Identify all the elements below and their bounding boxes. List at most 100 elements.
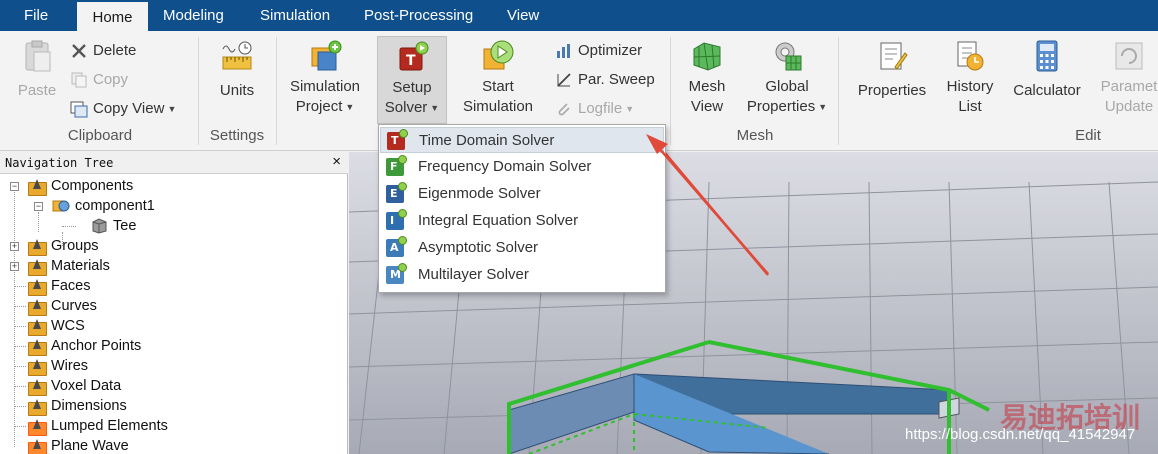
tree-collapse-toggle[interactable]: − — [10, 182, 19, 191]
tree-collapse-toggle[interactable]: − — [34, 202, 43, 211]
parametric-update-label-1: Paramet — [1100, 78, 1158, 95]
logfile-paperclip-icon — [555, 100, 573, 118]
tree-expand-toggle[interactable]: + — [10, 242, 19, 251]
time-domain-solver-item[interactable]: T Time Domain Solver — [380, 127, 664, 153]
folder-icon — [28, 318, 47, 336]
integral-equation-solver-item[interactable]: I Integral Equation Solver — [380, 208, 664, 234]
tree-guide-line — [14, 346, 26, 347]
settings-group-label: Settings — [209, 127, 265, 144]
edit-group-label: Edit — [1075, 127, 1101, 144]
folder-icon — [28, 298, 47, 316]
setup-solver-button[interactable]: T Setup Solver ▼ — [377, 36, 447, 124]
tree-node-wcs[interactable]: WCS — [28, 316, 85, 336]
optimizer-bar-chart-icon — [555, 42, 573, 60]
folder-icon — [28, 378, 47, 396]
lumped-element-folder-icon — [28, 418, 47, 436]
eigenmode-solver-item[interactable]: E Eigenmode Solver — [380, 181, 664, 207]
asymptotic-solver-item[interactable]: A Asymptotic Solver — [380, 235, 664, 261]
copy-label: Copy — [93, 71, 129, 88]
properties-button[interactable]: Properties — [852, 39, 932, 101]
tree-node-wires[interactable]: Wires — [28, 356, 88, 376]
menu-home[interactable]: Home — [77, 0, 148, 31]
tree-expand-toggle[interactable]: + — [10, 262, 19, 271]
setup-solver-dropdown: T Time Domain Solver F Frequency Domain So… — [378, 124, 666, 293]
tree-guide-line — [14, 386, 26, 387]
menu-bar: File Home Modeling Simulation Post-Proce… — [0, 0, 1158, 31]
tree-node-components[interactable]: Components — [28, 176, 133, 196]
tree-node-groups[interactable]: Groups — [28, 236, 99, 256]
divider — [670, 37, 671, 145]
tree-guide-line — [14, 366, 26, 367]
frequency-domain-solver-item[interactable]: F Frequency Domain Solver — [380, 154, 664, 180]
units-button[interactable]: Units — [210, 39, 264, 101]
global-properties-button[interactable]: Global Properties ▼ — [742, 39, 832, 117]
copy-view-button[interactable]: Copy View ▼ — [70, 98, 176, 120]
units-ruler-icon — [222, 41, 252, 70]
mesh-view-button[interactable]: Mesh View — [680, 39, 734, 117]
menu-view[interactable]: View — [507, 0, 539, 31]
paste-button[interactable]: Paste — [14, 39, 60, 101]
simulation-project-label-1: Simulation — [289, 78, 361, 95]
parametric-update-label-2: Update — [1104, 98, 1154, 115]
folder-icon — [28, 358, 47, 376]
folder-icon — [28, 258, 47, 276]
chevron-down-icon: ▼ — [167, 104, 177, 115]
chevron-down-icon: ▼ — [430, 103, 440, 114]
svg-text:T: T — [406, 53, 416, 69]
tree-node-curves[interactable]: Curves — [28, 296, 97, 316]
tree-node-faces[interactable]: Faces — [28, 276, 91, 296]
integral-equation-solver-icon: I — [386, 209, 407, 230]
menu-modeling[interactable]: Modeling — [163, 0, 224, 31]
copy-icon — [70, 71, 88, 89]
units-label: Units — [219, 82, 255, 99]
par-sweep-icon — [555, 71, 573, 89]
tree-node-tee[interactable]: Tee — [90, 216, 136, 236]
chevron-down-icon: ▼ — [345, 102, 355, 113]
time-domain-solver-icon: T — [387, 129, 408, 150]
tree-node-anchor-points[interactable]: Anchor Points — [28, 336, 141, 356]
start-simulation-button[interactable]: Start Simulation — [455, 39, 541, 117]
parametric-update-button[interactable]: Paramet Update — [1094, 39, 1158, 117]
calculator-icon — [1036, 40, 1058, 72]
close-icon[interactable]: × — [332, 152, 341, 172]
delete-icon — [70, 42, 88, 60]
tree-node-voxel-data[interactable]: Voxel Data — [28, 376, 121, 396]
history-list-label-1: History — [946, 78, 994, 95]
divider — [276, 37, 277, 145]
frequency-domain-solver-icon: F — [386, 155, 407, 176]
calculator-label: Calculator — [1013, 82, 1081, 99]
setup-solver-icon: T — [399, 41, 429, 71]
paste-label: Paste — [17, 82, 57, 99]
tree-node-lumped-elements[interactable]: Lumped Elements — [28, 416, 168, 436]
properties-label: Properties — [857, 82, 927, 99]
copy-button[interactable]: Copy — [70, 69, 128, 91]
multilayer-solver-item[interactable]: M Multilayer Solver — [380, 262, 664, 288]
delete-button[interactable]: Delete — [70, 40, 136, 62]
solid-shape-icon — [90, 218, 108, 234]
optimizer-button[interactable]: Optimizer — [555, 40, 642, 62]
mesh-view-icon — [693, 42, 721, 71]
tree-node-dimensions[interactable]: Dimensions — [28, 396, 127, 416]
start-simulation-play-icon — [483, 40, 514, 70]
global-properties-gear-icon — [775, 42, 802, 71]
tree-guide-line — [14, 286, 26, 287]
start-simulation-label-1: Start — [482, 78, 514, 95]
par-sweep-button[interactable]: Par. Sweep — [555, 69, 655, 91]
tree-node-materials[interactable]: Materials — [28, 256, 110, 276]
mesh-view-label-2: View — [690, 98, 724, 115]
tree-node-plane-wave[interactable]: Plane Wave — [28, 436, 129, 454]
tree-node-component1[interactable]: component1 — [52, 196, 155, 216]
calculator-button[interactable]: Calculator — [1008, 39, 1086, 101]
menu-file[interactable]: File — [24, 0, 48, 31]
parametric-update-icon — [1115, 42, 1143, 70]
menu-simulation[interactable]: Simulation — [260, 0, 330, 31]
menu-post-processing[interactable]: Post-Processing — [364, 0, 473, 31]
logfile-button[interactable]: Logfile ▼ — [555, 98, 634, 120]
history-list-button[interactable]: History List — [938, 39, 1002, 117]
folder-icon — [28, 178, 47, 196]
chevron-down-icon: ▼ — [625, 104, 635, 115]
navigation-tree-title: Navigation Tree — [0, 152, 348, 174]
watermark-url: https://blog.csdn.net/qq_41542947 — [905, 426, 1136, 443]
simulation-project-button[interactable]: Simulation Project ▼ — [284, 39, 366, 117]
global-properties-label-2: Properties ▼ — [746, 98, 828, 115]
